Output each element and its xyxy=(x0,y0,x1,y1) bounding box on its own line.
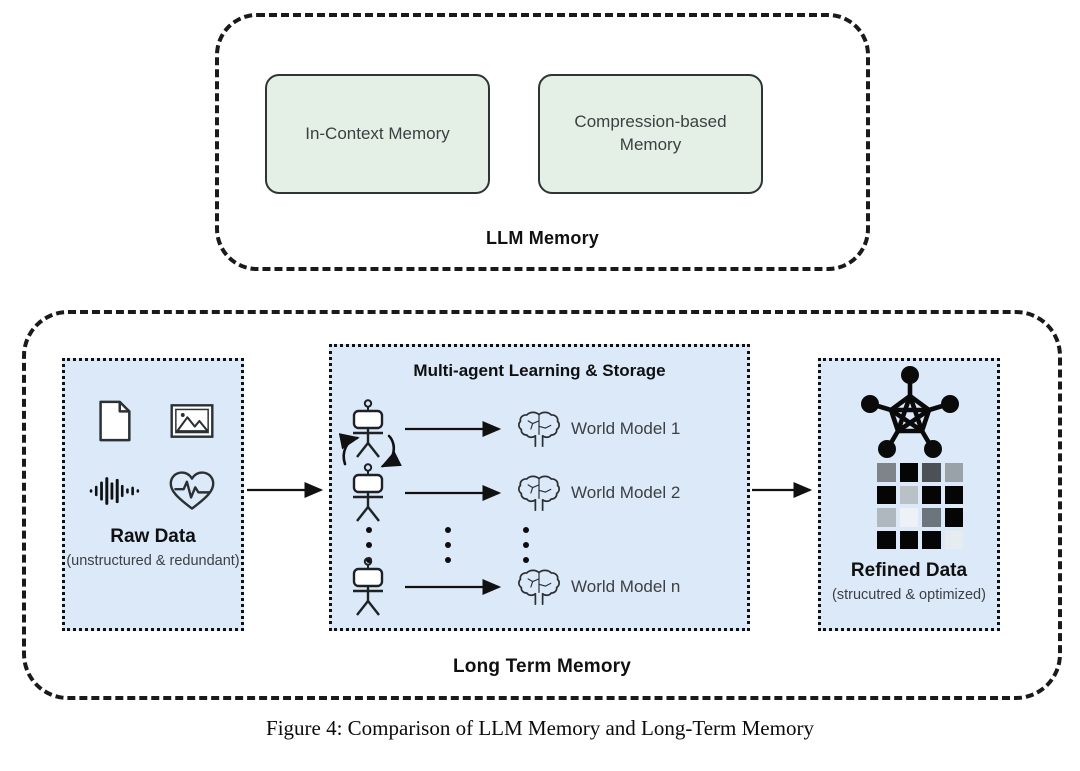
matrix-cell-2-0 xyxy=(877,508,896,527)
matrix-cell-3-2 xyxy=(922,530,941,549)
matrix-cell-1-0 xyxy=(877,485,896,504)
brain-icon xyxy=(518,475,560,512)
raw-data-subtitle: (unstructured & redundant) xyxy=(66,553,240,569)
world-model-label: World Model n xyxy=(571,577,681,596)
matrix-cell-2-2 xyxy=(922,508,941,527)
raw-data-title: Raw Data xyxy=(110,526,196,547)
world-model-label: World Model 1 xyxy=(571,419,681,438)
compression-based-memory-label: Compression-based Memory xyxy=(574,112,727,154)
matrix-cell-1-2 xyxy=(922,485,941,504)
matrix-cell-3-3 xyxy=(944,530,963,549)
matrix-cell-3-0 xyxy=(877,530,896,549)
arrow-agent-to-model-icon xyxy=(405,578,502,596)
matrix-cell-1-1 xyxy=(899,485,918,504)
arrow-agents-to-refined-icon xyxy=(752,481,813,499)
multi-agent-panel-title: Multi-agent Learning & Storage xyxy=(413,361,666,380)
llm-memory-title: LLM Memory xyxy=(485,228,599,248)
refined-data-title: Refined Data xyxy=(850,560,968,581)
agent-interaction-loop-icon xyxy=(338,433,402,468)
matrix-cell-0-3 xyxy=(944,463,963,482)
heartbeat-icon xyxy=(166,465,218,517)
arrow-agent-to-model-icon xyxy=(405,420,502,438)
matrix-cell-2-3 xyxy=(944,508,963,527)
brain-icon xyxy=(518,411,560,448)
audio-waveform-icon xyxy=(88,465,140,517)
matrix-grid-icon xyxy=(877,463,963,549)
agent-robot-icon xyxy=(352,557,384,616)
world-model-label: World Model 2 xyxy=(571,483,681,502)
long-term-memory-title: Long Term Memory xyxy=(452,656,632,677)
figure-caption: Figure 4: Comparison of LLM Memory and L… xyxy=(266,716,814,740)
matrix-cell-1-3 xyxy=(944,485,963,504)
matrix-cell-0-0 xyxy=(877,463,896,482)
brain-icon xyxy=(518,569,560,606)
arrow-agent-to-model-icon xyxy=(405,484,502,502)
matrix-cell-0-1 xyxy=(899,463,918,482)
compression-based-memory-box[interactable]: Compression-based Memory xyxy=(538,74,763,194)
in-context-memory-label: In-Context Memory xyxy=(305,123,450,143)
knowledge-graph-icon xyxy=(861,366,959,458)
matrix-cell-3-1 xyxy=(899,530,918,549)
matrix-cell-2-1 xyxy=(899,508,918,527)
image-icon xyxy=(166,395,218,447)
arrow-raw-to-agents-icon xyxy=(247,481,324,499)
refined-data-subtitle: (strucutred & optimized) xyxy=(832,587,986,603)
document-icon xyxy=(88,395,140,447)
raw-data-panel xyxy=(62,358,244,631)
in-context-memory-box[interactable]: In-Context Memory xyxy=(265,74,490,194)
matrix-cell-0-2 xyxy=(922,463,941,482)
agent-row: World Model n xyxy=(345,556,745,618)
raw-data-icon-grid xyxy=(65,395,241,517)
